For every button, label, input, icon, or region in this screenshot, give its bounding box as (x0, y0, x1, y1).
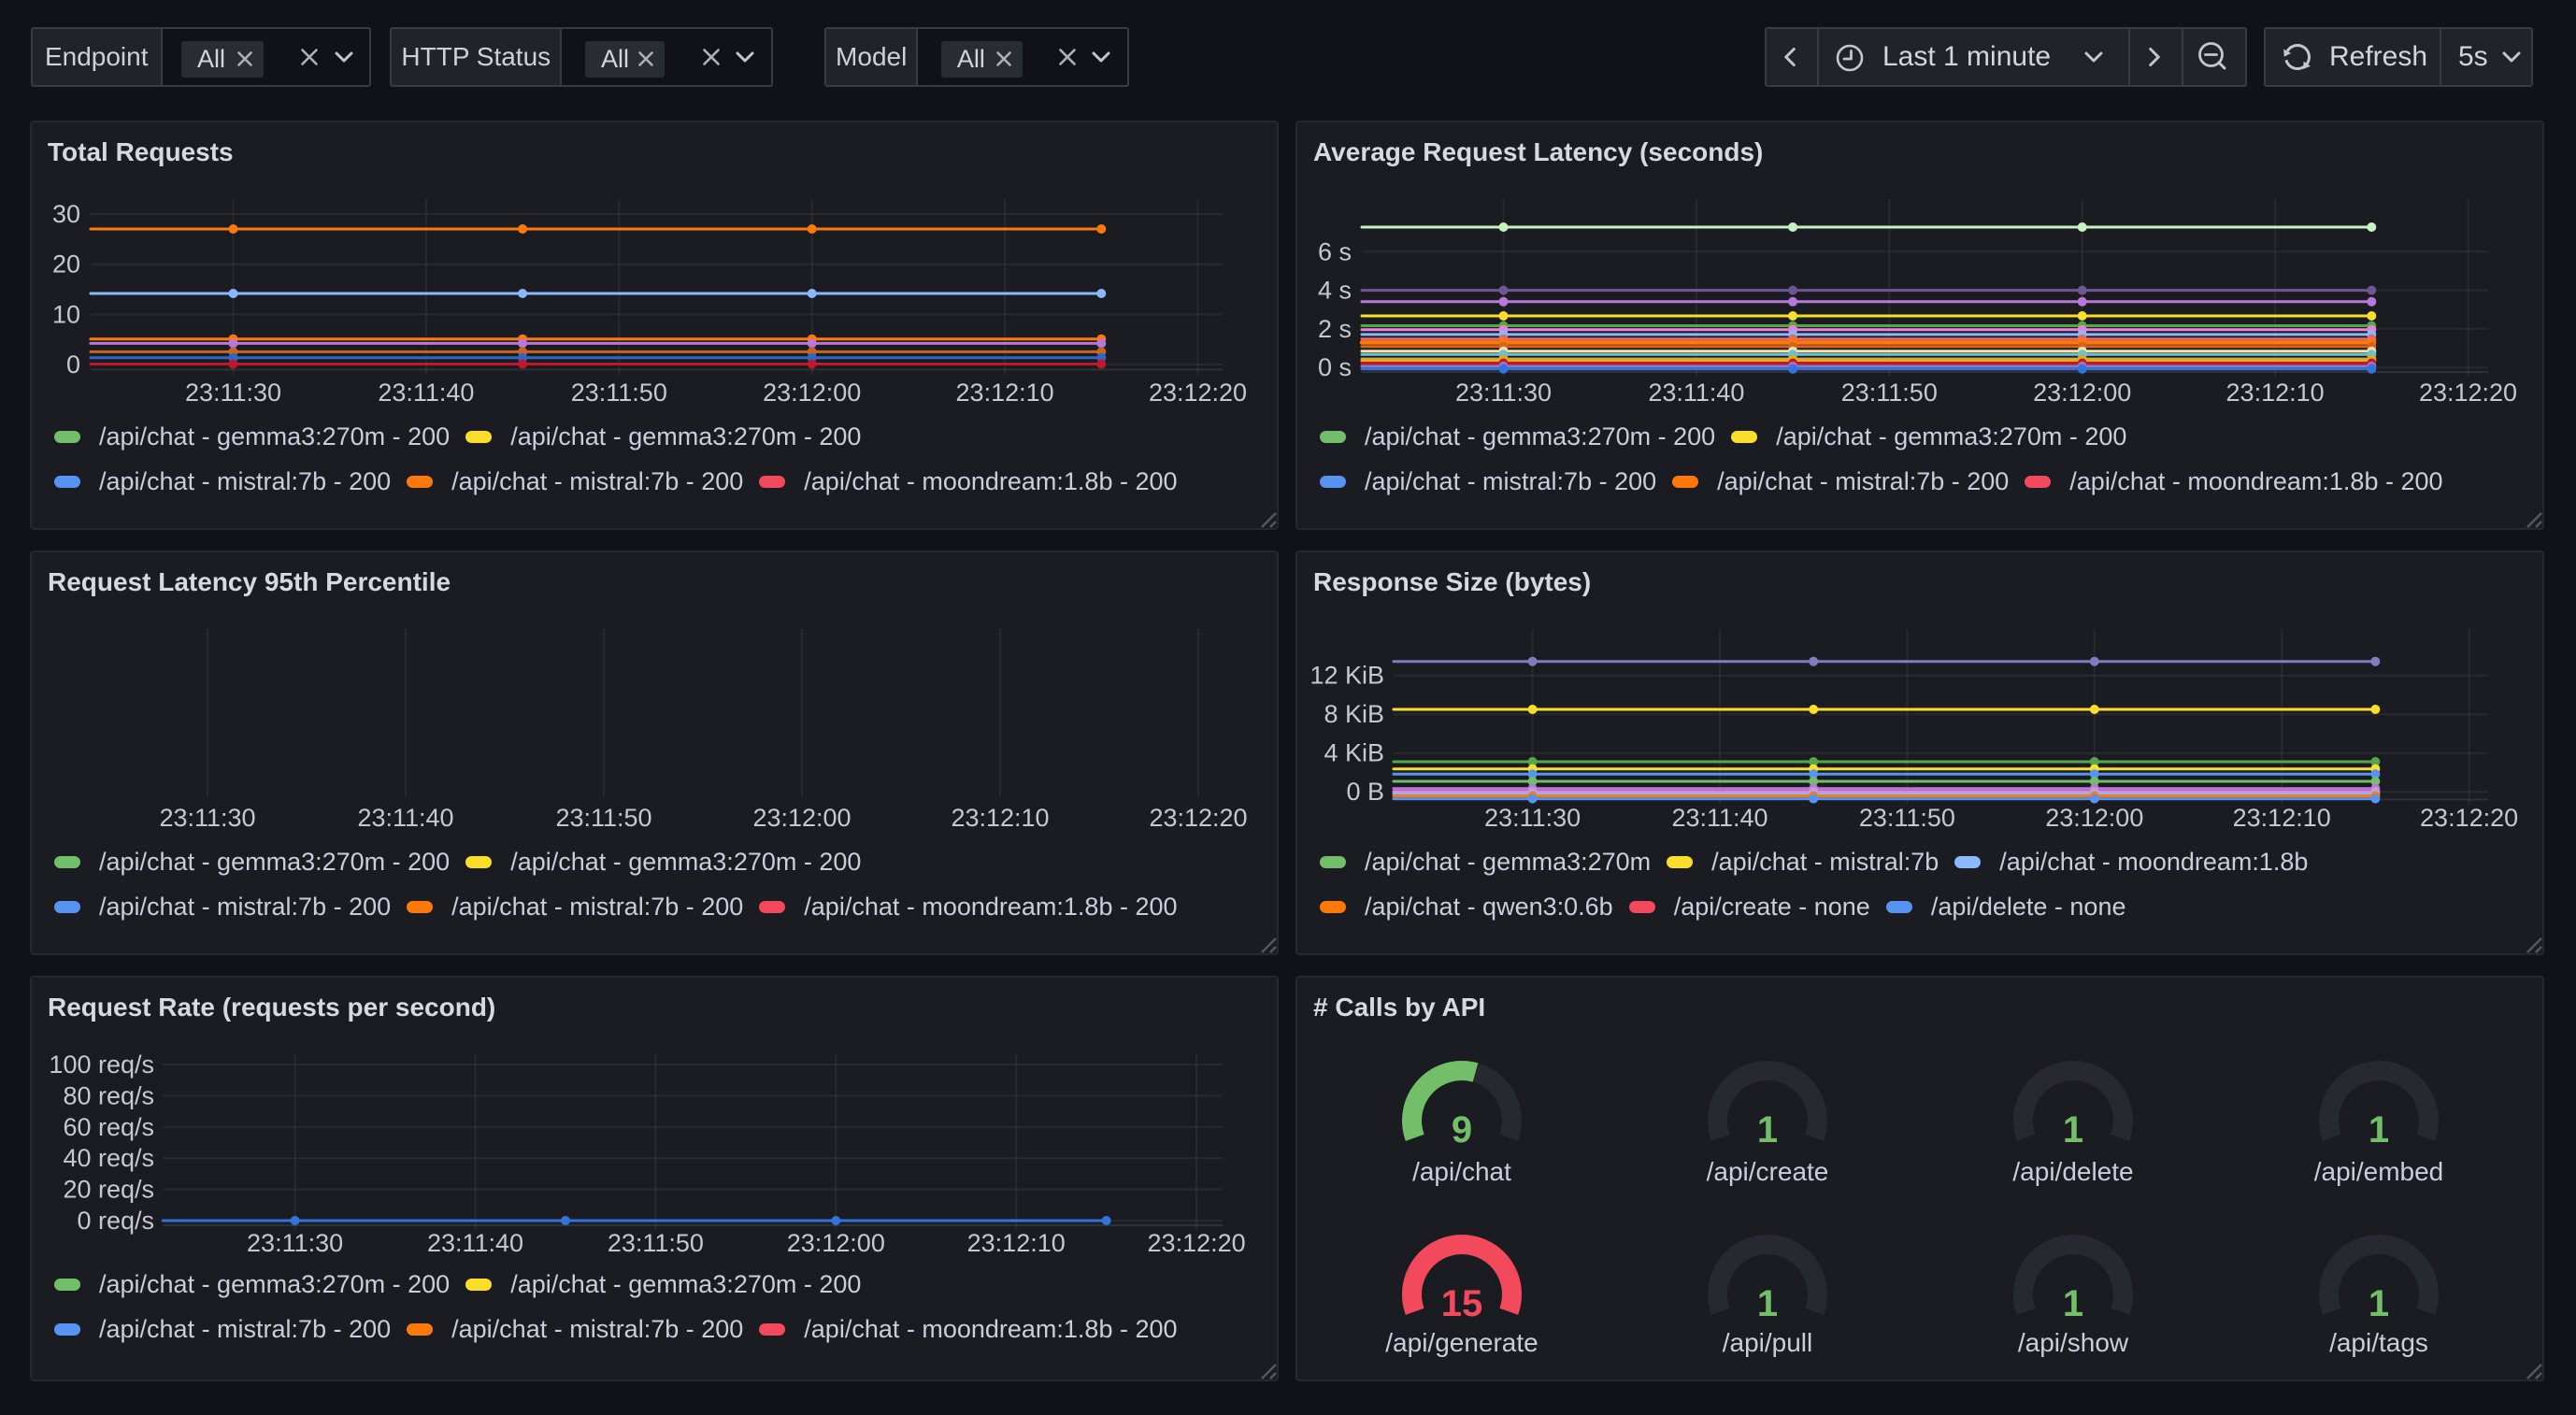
svg-text:20 req/s: 20 req/s (63, 1176, 154, 1204)
svg-text:23:12:10: 23:12:10 (967, 1229, 1066, 1257)
svg-text:/api/chat: /api/chat (1412, 1157, 1511, 1186)
svg-text:/api/pull: /api/pull (1723, 1328, 1813, 1357)
svg-text:23:12:20: 23:12:20 (2419, 379, 2517, 407)
svg-text:0: 0 (66, 350, 80, 379)
svg-text:10: 10 (52, 300, 80, 328)
svg-text:1: 1 (2063, 1283, 2083, 1324)
svg-text:60 req/s: 60 req/s (63, 1113, 154, 1141)
svg-text:23:11:30: 23:11:30 (185, 379, 281, 407)
svg-text:/api/embed: /api/embed (2314, 1157, 2444, 1186)
svg-text:0 s: 0 s (1318, 353, 1352, 381)
svg-text:8 KiB: 8 KiB (1324, 700, 1384, 728)
svg-text:/api/tags: /api/tags (2329, 1328, 2428, 1357)
svg-text:23:11:40: 23:11:40 (357, 804, 453, 832)
svg-text:/api/delete: /api/delete (2012, 1157, 2133, 1186)
svg-text:/api/show: /api/show (2018, 1328, 2129, 1357)
svg-text:23:11:40: 23:11:40 (1671, 804, 1767, 832)
svg-text:0 req/s: 0 req/s (77, 1207, 154, 1235)
svg-text:23:11:50: 23:11:50 (608, 1229, 704, 1257)
svg-text:23:12:00: 23:12:00 (787, 1229, 885, 1257)
svg-text:23:11:30: 23:11:30 (247, 1229, 343, 1257)
svg-text:23:11:40: 23:11:40 (378, 379, 474, 407)
svg-text:23:12:10: 23:12:10 (2226, 379, 2325, 407)
svg-text:100 req/s: 100 req/s (49, 1051, 154, 1079)
svg-text:/api/generate: /api/generate (1385, 1328, 1538, 1357)
svg-text:1: 1 (1757, 1109, 1778, 1151)
svg-text:1: 1 (1757, 1283, 1778, 1324)
svg-text:23:11:50: 23:11:50 (1841, 379, 1938, 407)
svg-text:23:12:00: 23:12:00 (2045, 804, 2143, 832)
svg-text:30: 30 (52, 200, 80, 228)
svg-text:15: 15 (1441, 1283, 1483, 1324)
svg-text:40 req/s: 40 req/s (63, 1144, 154, 1172)
svg-text:23:12:00: 23:12:00 (763, 379, 861, 407)
svg-text:23:12:00: 23:12:00 (752, 804, 851, 832)
svg-text:23:11:40: 23:11:40 (1648, 379, 1744, 407)
svg-text:1: 1 (2368, 1109, 2389, 1151)
svg-text:20: 20 (52, 250, 80, 279)
svg-text:23:11:50: 23:11:50 (1859, 804, 1955, 832)
svg-text:23:12:20: 23:12:20 (1149, 379, 1247, 407)
svg-text:23:11:50: 23:11:50 (571, 379, 667, 407)
svg-text:6 s: 6 s (1318, 237, 1352, 265)
svg-text:23:11:30: 23:11:30 (1455, 379, 1552, 407)
svg-text:23:12:20: 23:12:20 (1148, 1229, 1246, 1257)
svg-text:23:11:30: 23:11:30 (1484, 804, 1581, 832)
svg-text:4 KiB: 4 KiB (1324, 739, 1384, 767)
svg-text:23:12:10: 23:12:10 (2233, 804, 2331, 832)
svg-text:9: 9 (1452, 1109, 1472, 1151)
svg-text:23:11:50: 23:11:50 (555, 804, 651, 832)
svg-text:23:11:30: 23:11:30 (159, 804, 255, 832)
svg-text:1: 1 (2063, 1109, 2083, 1151)
svg-text:23:12:10: 23:12:10 (951, 804, 1049, 832)
svg-text:23:11:40: 23:11:40 (427, 1229, 523, 1257)
svg-text:/api/create: /api/create (1707, 1157, 1829, 1186)
svg-text:23:12:10: 23:12:10 (956, 379, 1054, 407)
svg-text:1: 1 (2368, 1283, 2389, 1324)
svg-text:0 B: 0 B (1346, 778, 1384, 806)
svg-text:23:12:20: 23:12:20 (2420, 804, 2518, 832)
svg-text:23:12:20: 23:12:20 (1149, 804, 1247, 832)
svg-text:80 req/s: 80 req/s (63, 1081, 154, 1109)
svg-text:12 KiB: 12 KiB (1309, 662, 1384, 690)
svg-text:23:12:00: 23:12:00 (2033, 379, 2131, 407)
svg-text:2 s: 2 s (1318, 315, 1352, 343)
svg-text:4 s: 4 s (1318, 277, 1352, 305)
